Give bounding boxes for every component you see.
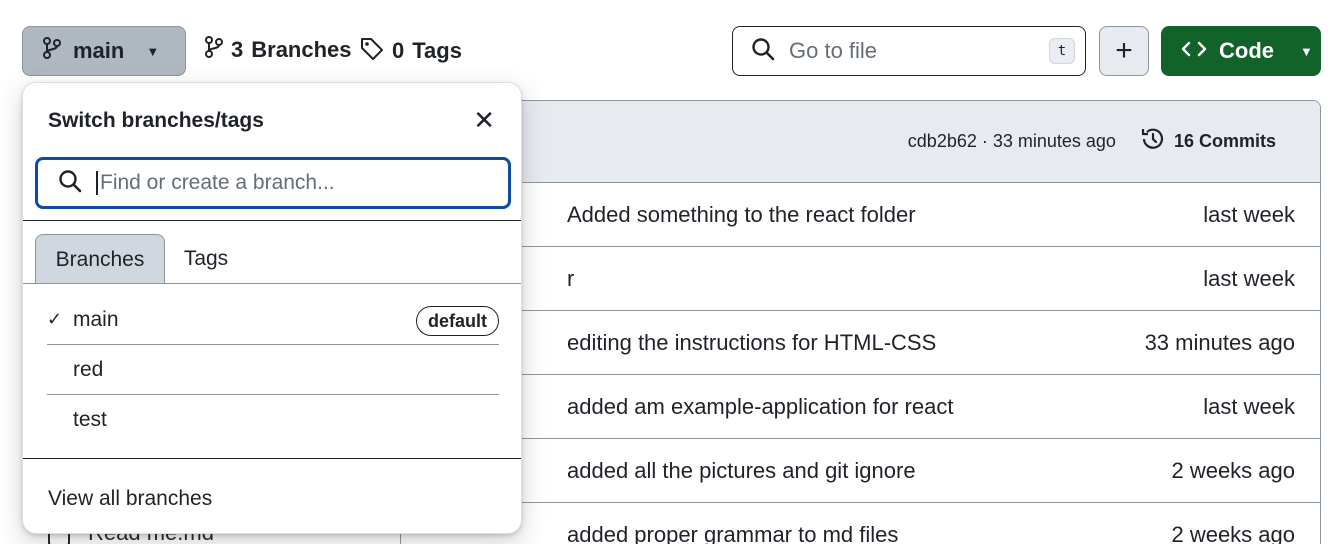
branch-search-placeholder: Find or create a branch... [96, 171, 335, 195]
commit-message[interactable]: Added something to the react folder [567, 202, 916, 228]
search-icon [58, 169, 82, 198]
branch-select-button[interactable]: main ▼ [22, 26, 186, 76]
branch-switcher-panel: Switch branches/tags ✕ Find or create a … [22, 82, 522, 534]
caret-down-icon: ▼ [1300, 43, 1313, 59]
latest-commit-bar: cdb2b62 · 33 minutes ago 16 Commits [401, 101, 1320, 183]
panel-title: Switch branches/tags [48, 109, 264, 132]
table-row: added am example-application for react l… [401, 375, 1320, 439]
history-icon [1140, 126, 1166, 157]
branch-item-main[interactable]: ✓ main default [47, 295, 499, 345]
shortcut-key-hint: t [1049, 38, 1075, 64]
git-branch-icon [205, 36, 223, 64]
tab-branches[interactable]: Branches [35, 234, 165, 284]
table-row: added all the pictures and git ignore 2 … [401, 439, 1320, 503]
tags-count: 0 [392, 38, 405, 63]
branch-search-input[interactable]: Find or create a branch... [35, 157, 511, 209]
table-row: r last week [401, 247, 1320, 311]
file-table: cdb2b62 · 33 minutes ago 16 Commits Adde… [400, 100, 1321, 544]
branches-count: 3 [231, 37, 244, 62]
commit-time: last week [1203, 393, 1295, 419]
branches-link[interactable]: 3 Branches [205, 36, 352, 64]
branch-name: main [73, 307, 119, 331]
commit-message[interactable]: added am example-application for react [567, 394, 953, 420]
view-all-branches-link[interactable]: View all branches [48, 487, 212, 511]
divider [23, 283, 521, 284]
tags-link[interactable]: 0 Tags [360, 36, 462, 66]
commits-label: 16 Commits [1173, 131, 1276, 151]
commits-link[interactable]: 16 Commits [1140, 126, 1276, 157]
commit-time: 2 weeks ago [1171, 457, 1295, 483]
commit-time: last week [1203, 265, 1295, 291]
git-branch-icon [43, 37, 61, 65]
branch-name: red [73, 357, 104, 381]
commit-message[interactable]: r [567, 266, 574, 292]
tag-icon [360, 36, 384, 66]
search-icon [751, 37, 775, 66]
branch-item-red[interactable]: red [47, 345, 499, 395]
plus-icon: + [1115, 34, 1133, 67]
check-icon: ✓ [47, 309, 63, 329]
commit-message[interactable]: editing the instructions for HTML-CSS [567, 330, 936, 356]
table-row: Added something to the react folder last… [401, 183, 1320, 247]
table-row: added proper grammar to md files 2 weeks… [401, 503, 1320, 544]
branch-button-label: main [73, 38, 125, 63]
branches-label: Branches [251, 37, 352, 62]
code-icon [1181, 38, 1207, 64]
add-file-button[interactable]: + [1099, 26, 1149, 76]
divider [23, 458, 521, 459]
code-button-label: Code [1219, 38, 1274, 63]
commit-time: 33 minutes ago [1144, 329, 1295, 355]
go-to-file-input[interactable]: Go to file t [732, 26, 1086, 76]
latest-commit-sha[interactable]: cdb2b62 · 33 minutes ago [908, 131, 1116, 152]
code-button[interactable]: Code ▼ [1161, 26, 1321, 76]
caret-down-icon: ▼ [146, 43, 160, 59]
go-to-file-placeholder: Go to file [789, 38, 878, 63]
commit-time: 2 weeks ago [1171, 521, 1295, 544]
commit-message[interactable]: added all the pictures and git ignore [567, 458, 916, 484]
tags-label: Tags [412, 38, 462, 63]
table-row: editing the instructions for HTML-CSS 33… [401, 311, 1320, 375]
branch-item-test[interactable]: test [47, 395, 499, 445]
branch-name: test [73, 408, 107, 431]
tab-tags[interactable]: Tags [171, 234, 241, 284]
commit-time: last week [1203, 201, 1295, 227]
close-icon[interactable]: ✕ [473, 107, 495, 133]
commit-message[interactable]: added proper grammar to md files [567, 522, 898, 544]
default-badge: default [415, 306, 499, 336]
divider [23, 220, 521, 221]
